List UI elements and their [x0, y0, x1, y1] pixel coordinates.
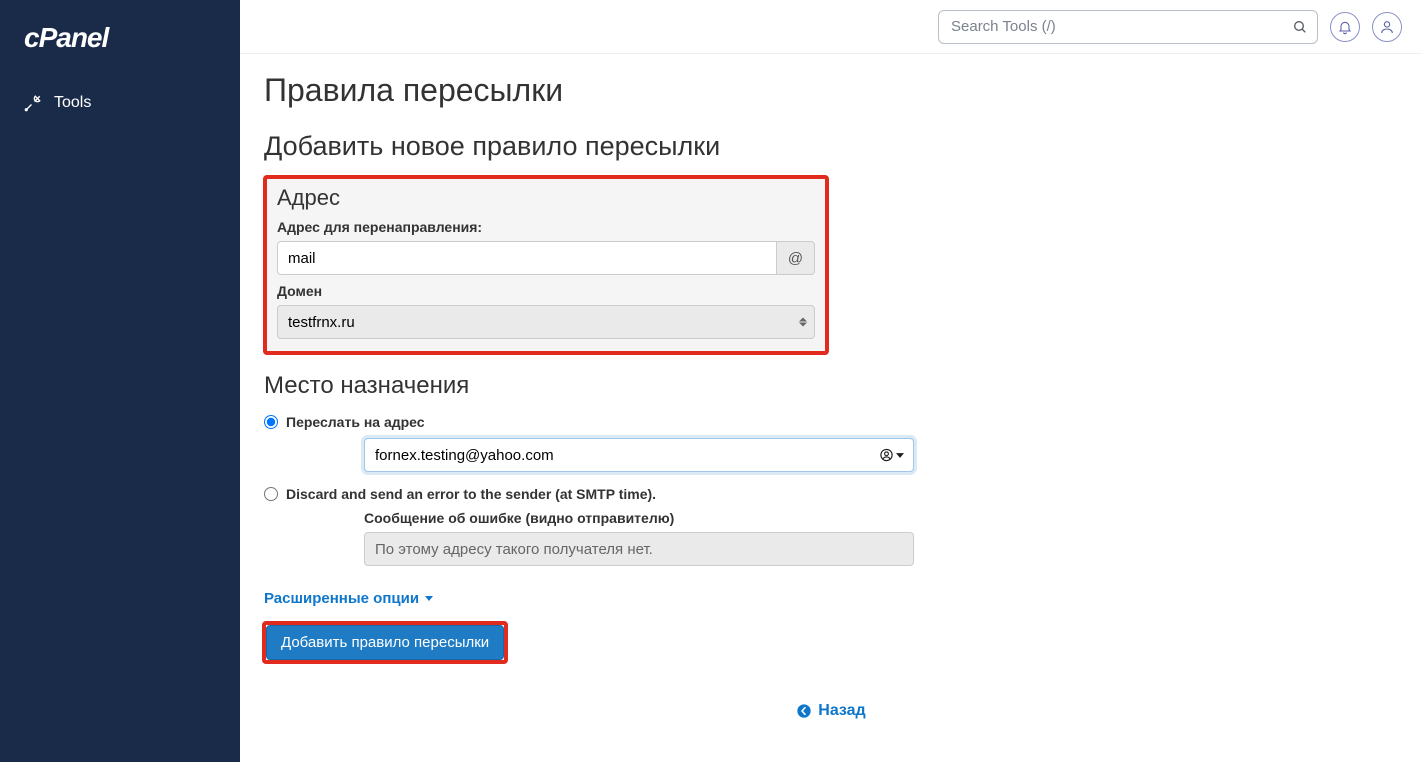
address-box: Адрес Адрес для перенаправления: @ Домен…: [264, 176, 828, 354]
radio-discard-label: Discard and send an error to the sender …: [286, 486, 656, 502]
forward-address-label: Адрес для перенаправления:: [277, 219, 815, 235]
bell-icon: [1337, 19, 1353, 35]
radio-forward[interactable]: [264, 415, 278, 429]
radio-forward-label: Переслать на адрес: [286, 414, 425, 430]
user-button[interactable]: [1372, 12, 1402, 42]
search-icon[interactable]: [1290, 17, 1310, 37]
search-input[interactable]: [938, 10, 1318, 44]
brand-logo[interactable]: cPanel: [0, 0, 240, 72]
radio-discard[interactable]: [264, 487, 278, 501]
forward-address-input[interactable]: [277, 241, 777, 275]
sidebar: cPanel Tools: [0, 0, 240, 762]
contact-picker-icon[interactable]: [879, 448, 904, 463]
address-heading: Адрес: [277, 177, 815, 211]
back-link[interactable]: Назад: [796, 702, 865, 720]
sidebar-item-tools[interactable]: Tools: [0, 82, 240, 124]
topbar: [240, 0, 1422, 54]
domain-select[interactable]: testfrnx.ru: [277, 305, 815, 339]
user-icon: [1379, 19, 1395, 35]
forward-email-input[interactable]: [364, 438, 914, 472]
tools-icon: [24, 94, 42, 112]
page-title: Правила пересылки: [264, 72, 1398, 109]
at-addon: @: [777, 241, 815, 275]
error-message-input: По этому адресу такого получателя нет.: [364, 532, 914, 566]
advanced-options-toggle[interactable]: Расширенные опции: [264, 590, 433, 607]
destination-heading: Место назначения: [264, 372, 1174, 400]
notifications-button[interactable]: [1330, 12, 1360, 42]
chevron-down-icon: [425, 596, 433, 601]
error-message-label: Сообщение об ошибке (видно отправителю): [364, 510, 1174, 526]
submit-button[interactable]: Добавить правило пересылки: [266, 625, 504, 660]
sidebar-item-label: Tools: [54, 94, 91, 112]
svg-text:cPanel: cPanel: [24, 24, 110, 52]
back-icon: [796, 703, 812, 719]
domain-label: Домен: [277, 283, 815, 299]
search-wrap: [938, 10, 1318, 44]
section-title: Добавить новое правило пересылки: [264, 131, 1398, 162]
